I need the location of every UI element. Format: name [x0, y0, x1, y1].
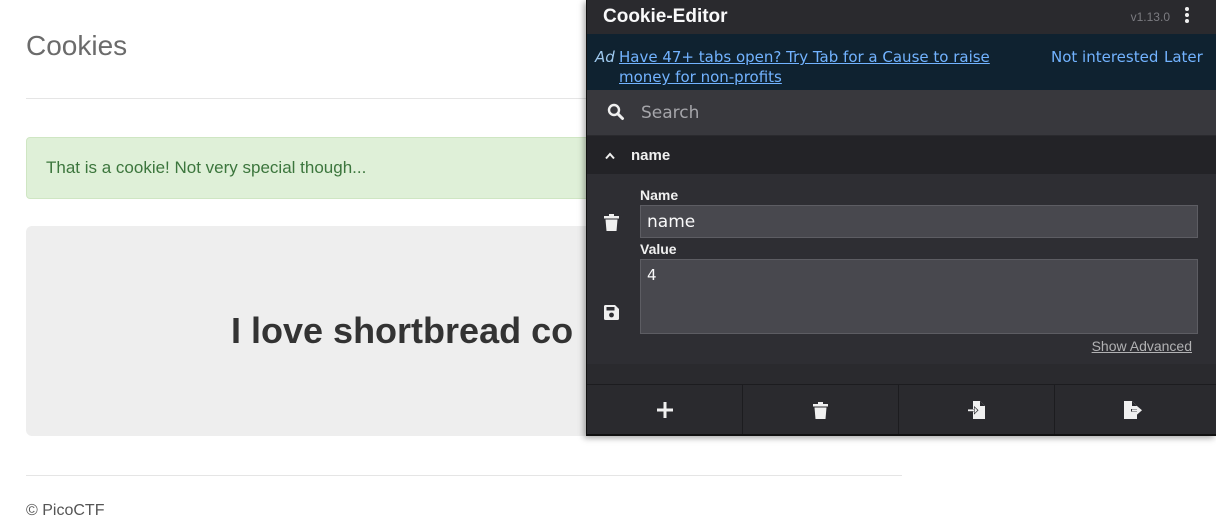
popup-header: Cookie-Editor v1.13.0: [587, 0, 1216, 34]
save-cookie-icon[interactable]: [604, 305, 619, 320]
import-button[interactable]: [899, 385, 1055, 434]
delete-all-button[interactable]: [743, 385, 899, 434]
add-cookie-button[interactable]: [587, 385, 743, 434]
value-label: Value: [640, 241, 677, 257]
alert-text: That is a cookie! Not very special thoug…: [46, 158, 367, 177]
ad-link[interactable]: Have 47+ tabs open? Try Tab for a Cause …: [619, 47, 1039, 87]
cookie-header[interactable]: name: [587, 136, 1216, 174]
later-button[interactable]: Later: [1164, 48, 1203, 66]
cookie-value-field[interactable]: 4: [640, 259, 1198, 334]
chevron-up-icon: [605, 152, 615, 160]
search-bar: [587, 90, 1216, 135]
search-input[interactable]: [639, 98, 1203, 128]
kebab-menu-icon[interactable]: [1180, 7, 1194, 27]
ad-tag: Ad: [595, 48, 615, 66]
name-label: Name: [640, 187, 679, 203]
ad-banner: Ad Have 47+ tabs open? Try Tab for a Cau…: [587, 34, 1216, 90]
cookie-name-field[interactable]: [640, 205, 1198, 238]
cookie-details: Name Value 4 Show Advanced: [587, 174, 1216, 364]
page-title: Cookies: [26, 30, 128, 61]
headline: I love shortbread co: [231, 310, 574, 351]
export-icon: [1124, 401, 1142, 419]
version-label: v1.13.0: [1130, 10, 1170, 24]
not-interested-button[interactable]: Not interested: [1051, 48, 1158, 66]
search-icon: [607, 103, 624, 120]
export-button[interactable]: [1055, 385, 1211, 434]
plus-icon: [656, 402, 673, 418]
extension-title: Cookie-Editor: [603, 6, 728, 27]
bottom-toolbar: [587, 384, 1216, 434]
divider: [26, 475, 902, 476]
trash-icon: [813, 401, 828, 419]
show-advanced-link[interactable]: Show Advanced: [1092, 338, 1192, 354]
import-icon: [967, 401, 985, 419]
cookie-header-name: name: [631, 147, 671, 164]
delete-cookie-icon[interactable]: [604, 214, 619, 231]
cookie-editor-popup: Cookie-Editor v1.13.0 Ad Have 47+ tabs o…: [586, 0, 1216, 436]
footer-text: © PicoCTF: [26, 502, 105, 519]
